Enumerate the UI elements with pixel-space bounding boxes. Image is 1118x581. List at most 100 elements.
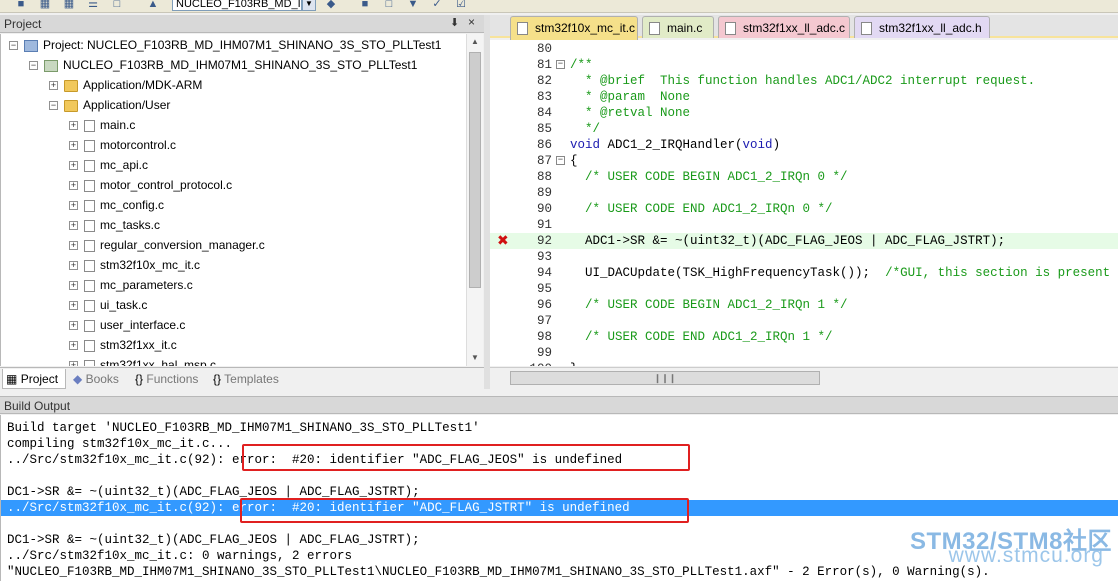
error-highlight-box bbox=[242, 444, 690, 471]
line-number: 91 bbox=[536, 218, 552, 232]
fold-toggle-icon[interactable]: − bbox=[556, 156, 565, 165]
tab-books[interactable]: ◆ Books bbox=[70, 369, 130, 389]
tree-item[interactable]: + stm32f1xx_it.c bbox=[69, 335, 177, 355]
tree-item[interactable]: + stm32f10x_mc_it.c bbox=[69, 255, 200, 275]
toolbar-stack-icon[interactable]: ☰ bbox=[86, 0, 100, 11]
toolbar-grid2-icon[interactable]: ▦ bbox=[62, 0, 76, 11]
tree-item[interactable]: + ui_task.c bbox=[69, 295, 147, 315]
editor-tab[interactable]: stm32f1xx_ll_adc.c bbox=[718, 16, 850, 38]
pin-icon[interactable]: ⬇ bbox=[450, 16, 459, 29]
editor-tab[interactable]: stm32f10x_mc_it.c bbox=[510, 16, 638, 40]
fold-toggle-icon[interactable]: − bbox=[556, 60, 565, 69]
build-output-line[interactable]: Build target 'NUCLEO_F103RB_MD_IHM07M1_S… bbox=[7, 420, 480, 436]
tab-project[interactable]: ▦ Project bbox=[2, 369, 66, 389]
target-select[interactable]: NUCLEO_F103RB_MD_IH bbox=[172, 0, 302, 11]
toolbar-copy-icon[interactable]: □ bbox=[382, 0, 396, 11]
code-text: UI_DACUpdate(TSK_HighFrequencyTask()); /… bbox=[570, 266, 1111, 280]
tree-expander-icon[interactable]: + bbox=[69, 181, 78, 191]
tree-expander-icon[interactable]: + bbox=[69, 301, 78, 311]
file-icon bbox=[84, 339, 95, 352]
tree-item-label: mc_parameters.c bbox=[100, 278, 193, 292]
tree-expander-icon[interactable]: − bbox=[9, 41, 18, 51]
tree-item-label: NUCLEO_F103RB_MD_IHM07M1_SHINANO_3S_STO_… bbox=[63, 58, 418, 72]
line-number: 82 bbox=[536, 74, 552, 88]
toolbar-manage-icon[interactable]: ■ bbox=[358, 0, 372, 11]
tree-expander-icon[interactable]: − bbox=[49, 101, 58, 111]
tab-templates[interactable]: {} Templates bbox=[210, 369, 290, 389]
toolbar-build-icon[interactable]: ■ bbox=[14, 0, 28, 11]
toolbar-debug-icon[interactable]: ✓ bbox=[430, 0, 444, 11]
hscroll-thumb[interactable]: ❙❙❙ bbox=[510, 371, 820, 385]
tree-expander-icon[interactable]: + bbox=[49, 81, 58, 91]
tree-item[interactable]: + user_interface.c bbox=[69, 315, 185, 335]
target-select-arrow-icon[interactable]: ▼ bbox=[302, 0, 316, 11]
scroll-thumb[interactable] bbox=[469, 52, 481, 288]
code-line: 83 * @param None bbox=[490, 89, 1118, 105]
tree-item[interactable]: + motor_control_protocol.c bbox=[69, 175, 232, 195]
tree-item[interactable]: + main.c bbox=[69, 115, 135, 135]
toolbar-load-icon[interactable]: ▲ bbox=[146, 0, 160, 11]
tree-expander-icon[interactable]: − bbox=[29, 61, 38, 71]
project-panel-title: Project bbox=[4, 17, 42, 31]
file-icon bbox=[84, 199, 95, 212]
scroll-up-icon[interactable]: ▲ bbox=[467, 34, 483, 50]
line-number: 92 bbox=[536, 234, 552, 248]
tree-item[interactable]: + mc_parameters.c bbox=[69, 275, 193, 295]
tree-expander-icon[interactable]: + bbox=[69, 121, 78, 131]
tree-item[interactable]: + motorcontrol.c bbox=[69, 135, 176, 155]
tree-item[interactable]: − NUCLEO_F103RB_MD_IHM07M1_SHINANO_3S_STO… bbox=[29, 55, 417, 75]
tab-functions[interactable]: {} Functions bbox=[132, 369, 206, 389]
tree-expander-icon[interactable]: + bbox=[69, 281, 78, 291]
code-line: 97 bbox=[490, 313, 1118, 329]
tree-item[interactable]: + mc_api.c bbox=[69, 155, 148, 175]
code-text: * @retval None bbox=[570, 106, 691, 120]
tree-expander-icon[interactable]: + bbox=[69, 261, 78, 271]
tree-item[interactable]: − Project: NUCLEO_F103RB_MD_IHM07M1_SHINA… bbox=[9, 35, 441, 55]
project-tree[interactable]: − Project: NUCLEO_F103RB_MD_IHM07M1_SHINA… bbox=[0, 34, 466, 366]
toolbar-download-icon[interactable]: ▼ bbox=[406, 0, 420, 11]
tree-item[interactable]: + mc_config.c bbox=[69, 195, 164, 215]
tree-expander-icon[interactable]: + bbox=[69, 361, 78, 366]
build-output-line[interactable]: ../Src/stm32f10x_mc_it.c: 0 warnings, 2 … bbox=[7, 548, 352, 564]
scroll-down-icon[interactable]: ▼ bbox=[467, 350, 483, 366]
tree-item[interactable]: + Application/MDK-ARM bbox=[49, 75, 202, 95]
line-number: 85 bbox=[536, 122, 552, 136]
code-editor[interactable]: 80 81−/** 82 * @brief This function handle… bbox=[490, 40, 1118, 366]
tree-expander-icon[interactable]: + bbox=[69, 341, 78, 351]
editor-tab[interactable]: main.c bbox=[642, 16, 714, 38]
file-icon bbox=[517, 22, 528, 35]
build-output-line[interactable]: compiling stm32f10x_mc_it.c... bbox=[7, 436, 232, 452]
tree-expander-icon[interactable]: + bbox=[69, 321, 78, 331]
build-output-line[interactable]: "NUCLEO_F103RB_MD_IHM07M1_SHINANO_3S_STO… bbox=[7, 564, 990, 580]
file-icon bbox=[861, 22, 872, 35]
file-icon bbox=[84, 219, 95, 232]
close-icon[interactable]: × bbox=[468, 15, 475, 29]
toolbar-check-icon[interactable]: ☑ bbox=[454, 0, 468, 11]
tree-item[interactable]: + regular_conversion_manager.c bbox=[69, 235, 265, 255]
tree-expander-icon[interactable]: + bbox=[69, 141, 78, 151]
tree-expander-icon[interactable]: + bbox=[69, 201, 78, 211]
line-number: 97 bbox=[536, 314, 552, 328]
file-icon bbox=[84, 239, 95, 252]
books-tab-icon: ◆ bbox=[73, 372, 83, 386]
toolbar-grid-icon[interactable]: ▦ bbox=[38, 0, 52, 11]
line-number: 80 bbox=[536, 42, 552, 56]
tree-expander-icon[interactable]: + bbox=[69, 221, 78, 231]
tree-item[interactable]: + stm32f1xx_hal_msp.c bbox=[69, 355, 216, 366]
tree-item[interactable]: − Application/User bbox=[49, 95, 170, 115]
toolbar-window-icon[interactable]: □ bbox=[110, 0, 124, 11]
build-output-line[interactable]: DC1->SR &= ~(uint32_t)(ADC_FLAG_JEOS | A… bbox=[7, 532, 420, 548]
tree-expander-icon[interactable]: + bbox=[69, 161, 78, 171]
toolbar-options-icon[interactable]: ◆ bbox=[324, 0, 338, 11]
code-line: ✖ 92 ADC1->SR &= ~(uint32_t)(ADC_FLAG_JEO… bbox=[490, 233, 1118, 249]
tree-item-label: main.c bbox=[100, 118, 136, 132]
code-text: ADC1->SR &= ~(uint32_t)(ADC_FLAG_JEOS | … bbox=[570, 234, 1006, 248]
watermark-url: www.stmcu.org bbox=[948, 544, 1104, 567]
editor-tab[interactable]: stm32f1xx_ll_adc.h bbox=[854, 16, 990, 38]
project-tree-scrollbar[interactable]: ▲ ▼ bbox=[466, 34, 483, 366]
tree-expander-icon[interactable]: + bbox=[69, 241, 78, 251]
code-line: 87−{ bbox=[490, 153, 1118, 169]
tree-item-label: mc_config.c bbox=[100, 198, 165, 212]
editor-hscrollbar[interactable]: ❙❙❙ bbox=[490, 367, 1118, 389]
tree-item[interactable]: + mc_tasks.c bbox=[69, 215, 160, 235]
